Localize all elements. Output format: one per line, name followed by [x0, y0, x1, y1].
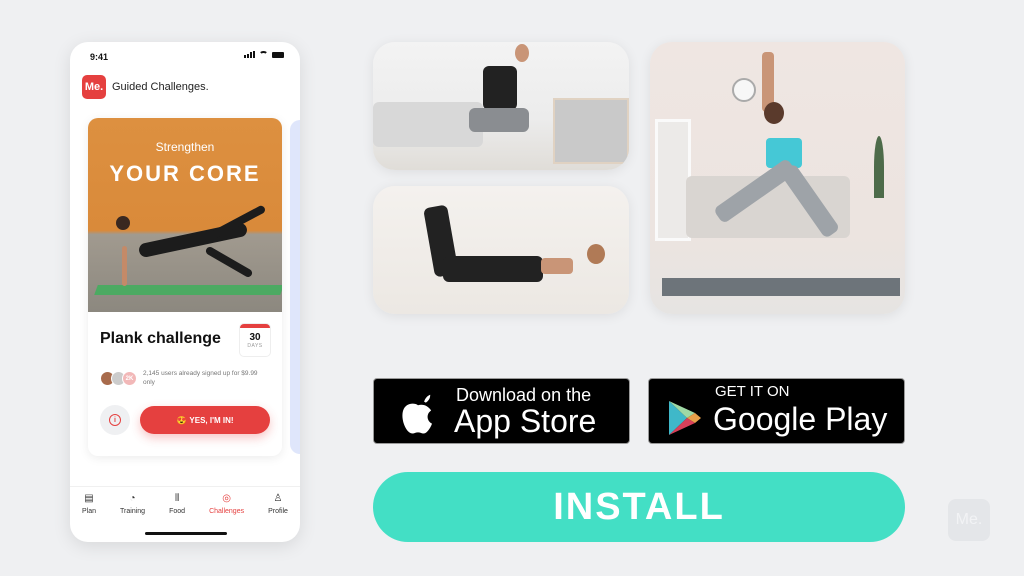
sofa: [373, 102, 483, 147]
next-card-peek[interactable]: [290, 120, 300, 454]
app-header: Me. Guided Challenges.: [82, 75, 209, 99]
status-bar: 9:41: [70, 42, 300, 68]
home-indicator: [145, 532, 227, 535]
figure-head: [116, 216, 130, 230]
hero-title: YOUR CORE: [109, 161, 261, 186]
wifi-icon: [259, 51, 268, 58]
person-shorts: [469, 108, 529, 132]
install-button[interactable]: INSTALL: [373, 472, 905, 542]
app-store-badge[interactable]: Download on the App Store: [373, 378, 630, 444]
days-number: 30: [249, 332, 261, 343]
google-play-small-text: GET IT ON: [715, 383, 790, 400]
person-torso: [483, 66, 517, 110]
plan-icon: ▤: [84, 493, 94, 504]
heart-eyes-emoji-icon: 😍: [176, 415, 187, 425]
cabinet: [553, 98, 629, 164]
watermark-logo: Me.: [948, 499, 990, 541]
yoga-workout-photo: [650, 42, 905, 314]
challenge-card[interactable]: Strengthen YOUR CORE Plank challenge 30 …: [88, 118, 282, 456]
google-play-big-text: Google Play: [713, 401, 888, 437]
food-icon: ⫴: [174, 493, 180, 504]
phone-mockup: 9:41 Me. Guided Challenges. Strengthen Y…: [70, 42, 300, 542]
tab-plan[interactable]: ▤ Plan: [82, 493, 96, 542]
person-back: [541, 258, 573, 274]
person-head: [587, 244, 605, 264]
person-body: [443, 256, 543, 282]
status-time: 9:41: [90, 52, 109, 62]
info-button[interactable]: i: [100, 405, 130, 435]
apple-icon: [402, 394, 432, 434]
person-head: [515, 44, 529, 62]
yoga-mat: [94, 285, 282, 295]
training-icon: ◔: [129, 493, 136, 504]
join-label: YES, I'M IN!: [189, 415, 234, 425]
app-title: Guided Challenges.: [112, 81, 209, 93]
hero-subtitle: Strengthen: [155, 140, 215, 154]
figure-arm: [122, 246, 127, 286]
wall-clock: [732, 78, 756, 102]
challenge-hero-image: Strengthen YOUR CORE: [88, 118, 282, 312]
tab-training[interactable]: ◔ Training: [120, 493, 145, 542]
challenge-title: Plank challenge: [100, 330, 221, 347]
avatar-count: 2K: [122, 371, 137, 387]
person-head: [764, 102, 784, 124]
tab-profile[interactable]: ♙ Profile: [268, 493, 288, 542]
signup-text: 2,145 users already signed up for $9.99 …: [143, 370, 258, 386]
plant: [874, 136, 884, 198]
tab-label: Profile: [268, 508, 288, 515]
info-icon: i: [109, 414, 121, 426]
signal-icon: [244, 51, 255, 58]
signup-info: 2K 2,145 users already signed up for $9.…: [100, 370, 263, 388]
tab-label: Challenges: [209, 508, 245, 515]
app-logo: Me.: [82, 75, 106, 99]
avatar-group: 2K: [100, 371, 137, 387]
tab-label: Training: [120, 508, 146, 515]
tab-label: Food: [169, 508, 186, 515]
profile-icon: ♙: [273, 493, 283, 504]
google-play-icon: [669, 401, 701, 435]
days-badge: 30 DAYS: [240, 324, 270, 356]
kickback-workout-photo: [373, 186, 629, 314]
yoga-mat: [662, 278, 900, 296]
google-play-badge[interactable]: GET IT ON Google Play: [648, 378, 905, 444]
challenges-icon: ◎: [222, 493, 231, 504]
days-label: DAYS: [247, 343, 263, 349]
battery-icon: [272, 52, 284, 58]
app-store-big-text: App Store: [454, 403, 597, 439]
lunge-workout-photo: [373, 42, 629, 170]
figure-leg: [204, 245, 254, 279]
join-challenge-button[interactable]: 😍 YES, I'M IN!: [140, 406, 270, 434]
tab-label: Plan: [82, 508, 97, 515]
